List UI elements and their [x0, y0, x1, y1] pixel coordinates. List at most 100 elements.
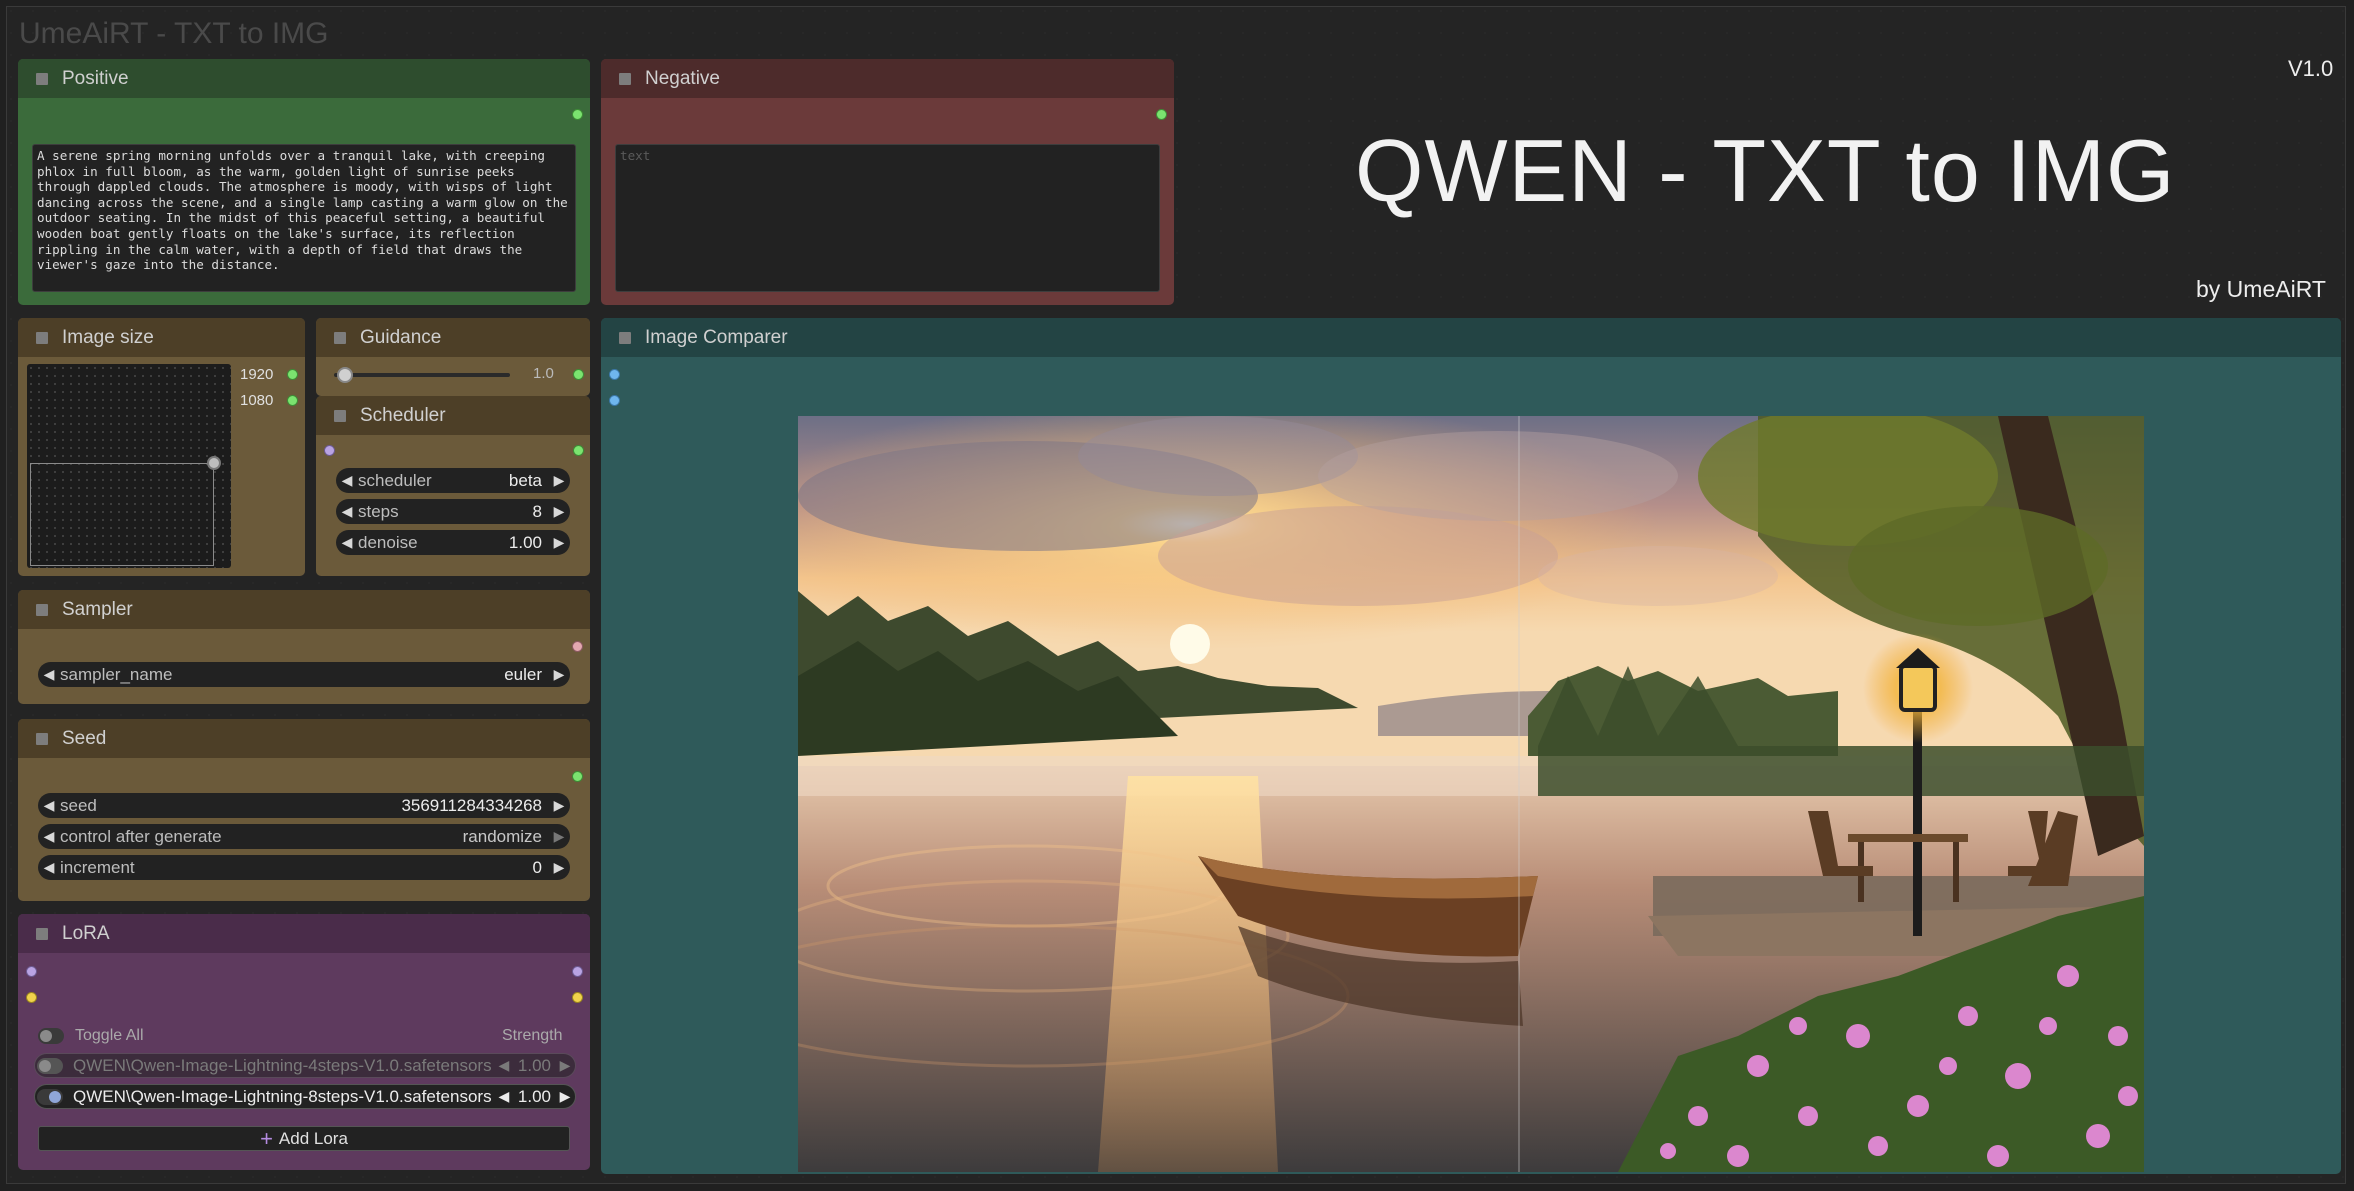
image-size-node-title: Image size — [62, 326, 154, 348]
author-label: by UmeAiRT — [2196, 276, 2326, 302]
positive-node[interactable]: Positive A serene spring morning unfolds… — [18, 59, 590, 305]
increment-arrow-icon[interactable]: ▶ — [548, 472, 570, 489]
negative-node[interactable]: Negative text — [601, 59, 1174, 305]
lora-row-name: QWEN\Qwen-Image-Lightning-4steps-V1.0.sa… — [73, 1055, 492, 1075]
decrement-arrow-icon[interactable]: ◀ — [336, 534, 358, 551]
scheduler-node-header[interactable]: Scheduler — [316, 396, 590, 435]
scheduler-input-slot[interactable] — [324, 445, 335, 456]
decrement-arrow-icon[interactable]: ◀ — [494, 1057, 514, 1074]
decrement-arrow-icon[interactable]: ◀ — [38, 859, 60, 876]
scheduler-node-title: Scheduler — [360, 404, 446, 426]
image-size-node[interactable]: Image size 1920 1080 — [18, 318, 305, 576]
increment-arrow-icon[interactable]: ▶ — [555, 1088, 575, 1105]
add-lora-button[interactable]: + Add Lora — [38, 1126, 570, 1151]
guidance-value: 1.0 — [533, 365, 554, 382]
collapse-icon[interactable] — [36, 927, 48, 940]
scheduler-output-slot[interactable] — [573, 445, 584, 456]
width-output-slot[interactable] — [287, 369, 298, 380]
plus-icon: + — [260, 1125, 273, 1151]
guidance-output-slot[interactable] — [573, 369, 584, 380]
guidance-node-header[interactable]: Guidance — [316, 318, 590, 357]
negative-node-header[interactable]: Negative — [601, 59, 1174, 98]
guidance-slider-knob[interactable] — [336, 367, 353, 383]
lora-row-1[interactable]: QWEN\Qwen-Image-Lightning-8steps-V1.0.sa… — [34, 1084, 576, 1109]
increment-arrow-icon[interactable]: ▶ — [548, 859, 570, 876]
landscape-image — [798, 416, 2144, 1172]
size-picker-canvas[interactable] — [27, 364, 231, 568]
collapse-icon[interactable] — [619, 331, 631, 344]
image-comparer-node[interactable]: Image Comparer — [601, 318, 2341, 1174]
increment-arrow-icon[interactable]: ▶ — [548, 534, 570, 551]
collapse-icon[interactable] — [334, 331, 346, 344]
guidance-node[interactable]: Guidance 1.0 — [316, 318, 590, 396]
height-value: 1080 — [240, 392, 274, 409]
seed-number[interactable]: ◀ seed 356911284334268 ▶ — [38, 793, 570, 818]
comparer-image[interactable] — [798, 416, 2144, 1172]
lora-row-0[interactable]: QWEN\Qwen-Image-Lightning-4steps-V1.0.sa… — [34, 1053, 576, 1078]
increment-number[interactable]: ◀ increment 0 ▶ — [38, 855, 570, 880]
lora-row-toggle[interactable] — [37, 1057, 63, 1074]
lora-clip-input-slot[interactable] — [26, 992, 37, 1003]
increment-arrow-icon[interactable]: ▶ — [548, 666, 570, 683]
decrement-arrow-icon[interactable]: ◀ — [38, 797, 60, 814]
seed-node-title: Seed — [62, 727, 107, 749]
negative-node-title: Negative — [645, 67, 720, 89]
height-output-slot[interactable] — [287, 395, 298, 406]
lora-row-name: QWEN\Qwen-Image-Lightning-8steps-V1.0.sa… — [73, 1086, 492, 1106]
sampler-node-header[interactable]: Sampler — [18, 590, 590, 629]
increment-arrow-icon[interactable]: ▶ — [548, 503, 570, 520]
decrement-arrow-icon[interactable]: ◀ — [336, 503, 358, 520]
lora-model-input-slot[interactable] — [26, 966, 37, 977]
image-comparer-node-title: Image Comparer — [645, 326, 788, 348]
sampler-output-slot[interactable] — [572, 641, 583, 652]
toggle-all-switch[interactable] — [38, 1028, 64, 1044]
lora-row-strength[interactable]: 1.00 — [514, 1087, 555, 1107]
image-size-node-header[interactable]: Image size — [18, 318, 305, 357]
group-title: UmeAiRT - TXT to IMG — [19, 17, 329, 50]
collapse-icon[interactable] — [36, 331, 48, 344]
collapse-icon[interactable] — [619, 72, 631, 85]
collapse-icon[interactable] — [36, 732, 48, 745]
positive-output-slot[interactable] — [572, 109, 583, 120]
size-selection-handle[interactable] — [207, 456, 221, 470]
lora-model-output-slot[interactable] — [572, 966, 583, 977]
sampler-name-combo[interactable]: ◀ sampler_name euler ▶ — [38, 662, 570, 687]
increment-arrow-icon[interactable]: ▶ — [548, 828, 570, 845]
negative-output-slot[interactable] — [1156, 109, 1167, 120]
banner-title: QWEN - TXT to IMG — [1355, 121, 2176, 220]
lora-row-toggle[interactable] — [37, 1088, 63, 1105]
denoise-number[interactable]: ◀ denoise 1.00 ▶ — [336, 530, 570, 555]
toggle-all-label: Toggle All — [75, 1027, 144, 1044]
lora-row-strength[interactable]: 1.00 — [514, 1056, 555, 1076]
decrement-arrow-icon[interactable]: ◀ — [494, 1088, 514, 1105]
increment-arrow-icon[interactable]: ▶ — [548, 797, 570, 814]
lora-clip-output-slot[interactable] — [572, 992, 583, 1003]
positive-prompt-textarea[interactable]: A serene spring morning unfolds over a t… — [32, 144, 576, 292]
scheduler-node[interactable]: Scheduler ◀ scheduler beta ▶ ◀ steps 8 ▶… — [316, 396, 590, 576]
control-after-generate-combo[interactable]: ◀ control after generate randomize ▶ — [38, 824, 570, 849]
guidance-node-title: Guidance — [360, 326, 442, 348]
sampler-node[interactable]: Sampler ◀ sampler_name euler ▶ — [18, 590, 590, 704]
seed-node-header[interactable]: Seed — [18, 719, 590, 758]
collapse-icon[interactable] — [334, 409, 346, 422]
scheduler-combo[interactable]: ◀ scheduler beta ▶ — [336, 468, 570, 493]
steps-number[interactable]: ◀ steps 8 ▶ — [336, 499, 570, 524]
decrement-arrow-icon[interactable]: ◀ — [336, 472, 358, 489]
image-a-input-slot[interactable] — [609, 369, 620, 380]
sampler-node-title: Sampler — [62, 598, 133, 620]
negative-prompt-textarea[interactable]: text — [615, 144, 1160, 292]
image-b-input-slot[interactable] — [609, 395, 620, 406]
image-comparer-node-header[interactable]: Image Comparer — [601, 318, 2341, 357]
strength-header: Strength — [502, 1027, 563, 1044]
collapse-icon[interactable] — [36, 72, 48, 85]
seed-node[interactable]: Seed ◀ seed 356911284334268 ▶ ◀ control … — [18, 719, 590, 901]
lora-node-header[interactable]: LoRA — [18, 914, 590, 953]
decrement-arrow-icon[interactable]: ◀ — [38, 666, 60, 683]
positive-node-header[interactable]: Positive — [18, 59, 590, 98]
collapse-icon[interactable] — [36, 603, 48, 616]
increment-arrow-icon[interactable]: ▶ — [555, 1057, 575, 1074]
seed-output-slot[interactable] — [572, 771, 583, 782]
guidance-slider-track[interactable] — [334, 373, 510, 377]
version-label: V1.0 — [2288, 56, 2334, 81]
decrement-arrow-icon[interactable]: ◀ — [38, 828, 60, 845]
